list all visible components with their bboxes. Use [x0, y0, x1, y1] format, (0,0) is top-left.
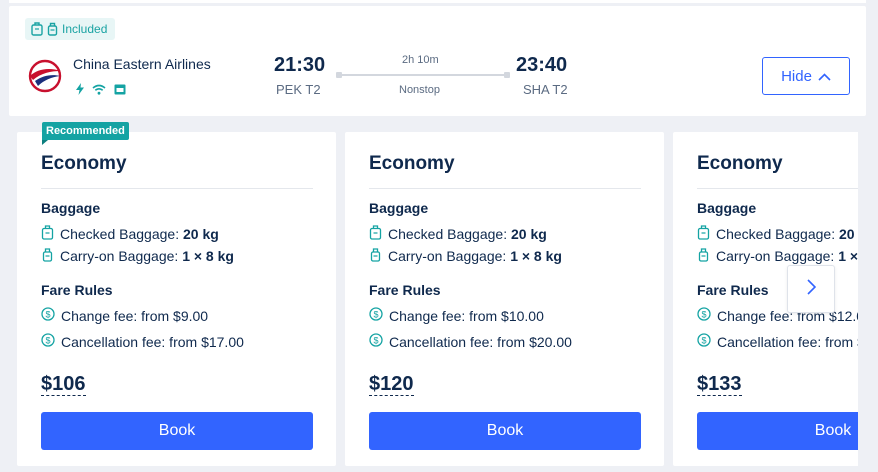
cabin-class: Economy	[41, 153, 127, 174]
svg-text:$: $	[45, 336, 50, 346]
fare-rules-title: Fare Rules	[697, 282, 769, 298]
book-button[interactable]: Book	[697, 412, 858, 450]
dollar-circle-icon: $	[697, 333, 711, 350]
entertainment-icon	[114, 82, 126, 100]
checked-bag-icon	[41, 225, 54, 243]
carry-on-baggage-row: Carry-on Baggage: 1 × 8 kg	[369, 247, 562, 265]
checked-bag-icon	[31, 22, 43, 36]
change-fee-row: $ Change fee: from $10.00	[369, 307, 544, 324]
book-button[interactable]: Book	[41, 412, 313, 450]
fare-options-carousel: Recommended Economy Baggage Checked Bagg…	[0, 116, 858, 472]
carry-on-baggage-label: Carry-on Baggage:	[388, 248, 511, 264]
carry-on-baggage-row: Carry-on Baggage: 1 × 8 kg	[41, 247, 234, 265]
dollar-circle-icon: $	[41, 307, 55, 324]
dollar-circle-icon: $	[697, 307, 711, 324]
divider	[369, 188, 641, 189]
top-strip	[9, 0, 866, 3]
carry-on-baggage-value: 1 × 8 kg	[838, 248, 858, 264]
route-line	[336, 72, 510, 78]
carry-on-bag-icon	[41, 247, 54, 265]
carry-on-baggage-label: Carry-on Baggage:	[716, 248, 839, 264]
dollar-circle-icon: $	[369, 333, 383, 350]
fare-price[interactable]: $133	[697, 373, 742, 396]
included-badge: Included	[25, 18, 116, 40]
carry-on-baggage-value: 1 × 8 kg	[510, 248, 562, 264]
airline-name: China Eastern Airlines	[73, 56, 211, 72]
carry-on-baggage-label: Carry-on Baggage:	[60, 248, 183, 264]
checked-baggage-label: Checked Baggage:	[60, 226, 183, 242]
svg-text:$: $	[373, 310, 378, 320]
chevron-right-icon	[806, 278, 816, 300]
fare-card: Recommended Economy Baggage Checked Bagg…	[17, 122, 336, 466]
cabin-class: Economy	[697, 153, 783, 174]
baggage-title: Baggage	[369, 200, 429, 216]
dollar-circle-icon: $	[41, 333, 55, 350]
carry-on-bag-icon	[47, 22, 58, 36]
svg-text:$: $	[373, 336, 378, 346]
svg-text:$: $	[45, 310, 50, 320]
stops-label: Nonstop	[399, 84, 440, 96]
cancellation-fee: Cancellation fee: from $20.00	[389, 333, 572, 350]
change-fee: Change fee: from $10.00	[389, 307, 544, 324]
included-label: Included	[62, 22, 108, 36]
dollar-circle-icon: $	[369, 307, 383, 324]
change-fee-row: $ Change fee: from $9.00	[41, 307, 208, 324]
checked-baggage-row: Checked Baggage: 20 kg	[697, 225, 858, 243]
carousel-next-button[interactable]	[787, 265, 835, 313]
svg-text:$: $	[701, 310, 706, 320]
recommended-badge: Recommended	[42, 122, 129, 145]
chevron-up-icon	[818, 68, 831, 85]
cancellation-fee: Cancellation fee: from $	[717, 333, 858, 350]
checked-bag-icon	[369, 225, 382, 243]
carry-on-bag-icon	[697, 247, 710, 265]
carry-on-bag-icon	[369, 247, 382, 265]
svg-text:$: $	[701, 336, 706, 346]
checked-bag-icon	[697, 225, 710, 243]
checked-baggage-label: Checked Baggage:	[388, 226, 511, 242]
fare-price[interactable]: $120	[369, 373, 414, 396]
checked-baggage-value: 20 kg	[510, 226, 547, 242]
hide-label: Hide	[781, 67, 812, 85]
arrival-airport: SHA T2	[523, 82, 568, 97]
cancellation-fee: Cancellation fee: from $17.00	[61, 333, 244, 350]
hide-button[interactable]: Hide	[762, 57, 850, 95]
change-fee: Change fee: from $9.00	[61, 307, 209, 324]
fare-card: Economy Baggage Checked Baggage: 20 kg C…	[345, 132, 664, 466]
divider	[41, 188, 313, 189]
baggage-title: Baggage	[697, 200, 757, 216]
china-eastern-logo	[27, 59, 63, 93]
cancellation-fee-row: $ Cancellation fee: from $17.00	[41, 333, 244, 350]
fare-price[interactable]: $106	[41, 373, 86, 396]
arrival-time: 23:40	[516, 54, 568, 76]
cancellation-fee-row: $ Cancellation fee: from $20.00	[369, 333, 572, 350]
departure-time: 21:30	[274, 54, 326, 76]
divider	[697, 188, 858, 189]
power-icon	[76, 82, 84, 100]
carry-on-baggage-row: Carry-on Baggage: 1 × 8 kg	[697, 247, 858, 265]
checked-baggage-value: 20 kg	[182, 226, 219, 242]
flight-summary-card: Included China Eastern Airlines 21:30 PE…	[9, 6, 866, 116]
fare-rules-title: Fare Rules	[41, 282, 113, 298]
checked-baggage-value: 20 kg	[838, 226, 858, 242]
amenities	[76, 82, 126, 100]
cabin-class: Economy	[369, 153, 455, 174]
wifi-icon	[92, 82, 106, 100]
baggage-title: Baggage	[41, 200, 101, 216]
checked-baggage-row: Checked Baggage: 20 kg	[369, 225, 547, 243]
flight-duration: 2h 10m	[402, 54, 439, 66]
carry-on-baggage-value: 1 × 8 kg	[182, 248, 234, 264]
checked-baggage-label: Checked Baggage:	[716, 226, 839, 242]
cancellation-fee-row: $ Cancellation fee: from $	[697, 333, 858, 350]
book-button[interactable]: Book	[369, 412, 641, 450]
departure-airport: PEK T2	[276, 82, 321, 97]
checked-baggage-row: Checked Baggage: 20 kg	[41, 225, 219, 243]
fare-rules-title: Fare Rules	[369, 282, 441, 298]
